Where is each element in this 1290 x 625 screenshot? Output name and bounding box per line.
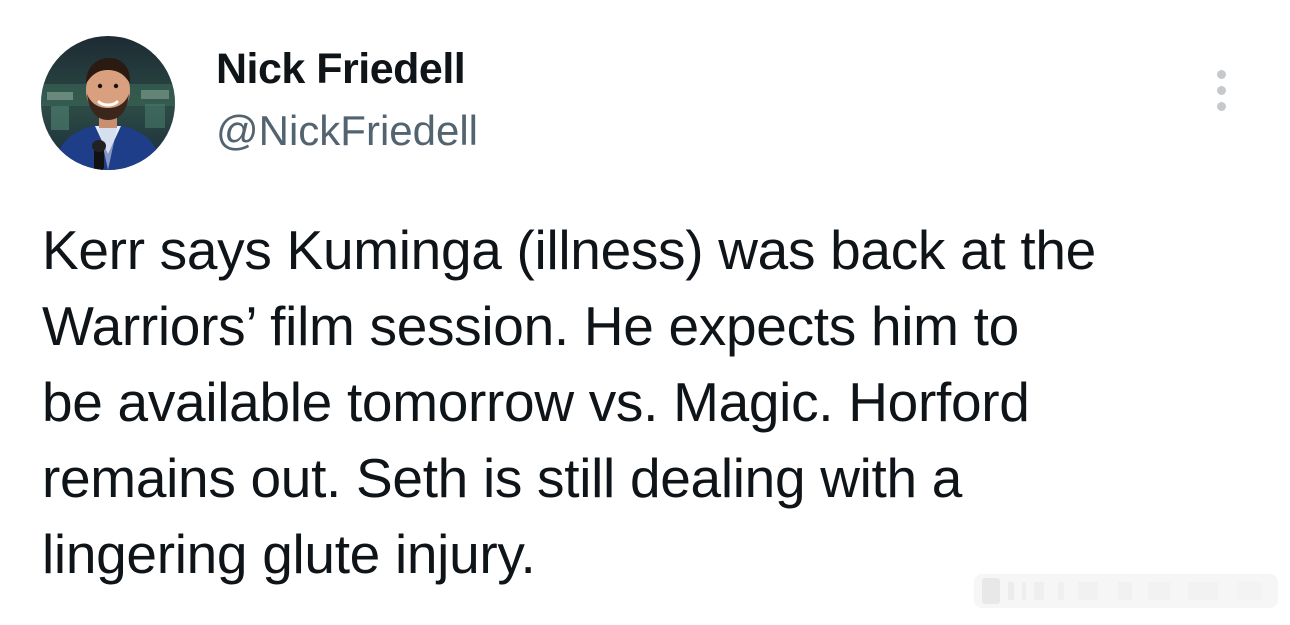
author-handle[interactable]: @NickFriedell bbox=[216, 106, 478, 156]
watermark-graphic bbox=[968, 568, 1284, 614]
more-dot bbox=[1217, 102, 1226, 111]
tweet-card: Nick Friedell @NickFriedell Kerr says Ku… bbox=[0, 0, 1290, 625]
more-dot bbox=[1217, 86, 1226, 95]
author-avatar[interactable] bbox=[41, 36, 175, 170]
more-options-icon[interactable] bbox=[1202, 64, 1242, 118]
author-display-name[interactable]: Nick Friedell bbox=[216, 44, 466, 94]
tweet-text: Kerr says Kuminga (illness) was back at … bbox=[42, 219, 1096, 585]
avatar-photo-icon bbox=[41, 36, 175, 170]
more-dot bbox=[1217, 70, 1226, 79]
